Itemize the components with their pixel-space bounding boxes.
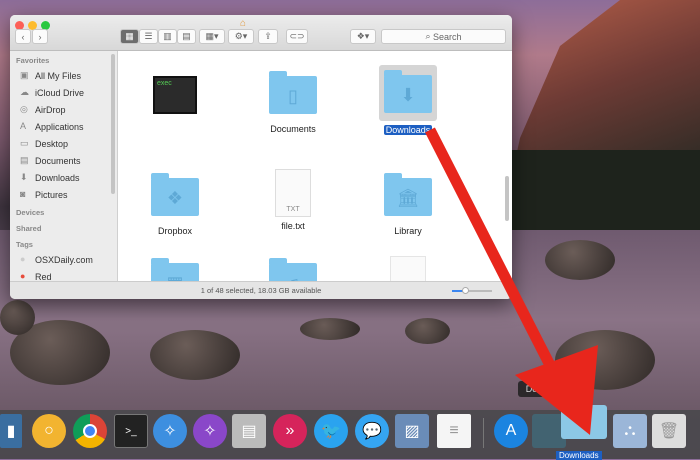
text-file-icon: TXT xyxy=(275,169,311,217)
safari-icon[interactable]: ✧ xyxy=(153,414,187,448)
cloud-icon: ☁ xyxy=(20,87,29,97)
sidebar-item-airdrop[interactable]: ◎ AirDrop xyxy=(10,101,117,118)
file-downloads[interactable]: ⬇ Downloads xyxy=(363,65,453,135)
devices-header: Devices xyxy=(16,208,45,217)
activity-monitor-icon[interactable]: ▮ xyxy=(0,414,22,448)
twitter-icon[interactable]: 🐦 xyxy=(314,414,348,448)
sidebar-item-downloads[interactable]: ⬇ Downloads xyxy=(10,169,117,186)
arrange-button[interactable]: ▦▾ xyxy=(199,29,225,44)
back-button[interactable]: ‹ xyxy=(15,29,31,44)
rock xyxy=(0,300,35,335)
shared-header: Shared xyxy=(16,224,42,233)
sidebar-item-desktop[interactable]: ▭ Desktop xyxy=(10,135,117,152)
dock-divider xyxy=(483,418,484,448)
all-files-icon: ▣ xyxy=(20,70,29,80)
terminal-exec-icon: exec xyxy=(153,76,197,114)
tags-header: Tags xyxy=(16,240,33,249)
storage-icon[interactable]: ⛬ xyxy=(613,414,647,448)
tag-dot-icon: ● xyxy=(20,254,26,264)
coverflow-view-button[interactable]: ▤ xyxy=(177,29,196,44)
status-bar: 1 of 48 selected, 18.03 GB available xyxy=(10,281,512,299)
column-view-button[interactable]: ▥ xyxy=(158,29,177,44)
sidebar-item-all-my-files[interactable]: ▣ All My Files xyxy=(10,67,117,84)
sidebar-scrollbar[interactable] xyxy=(111,54,115,194)
pictures-icon: ◙ xyxy=(20,189,26,199)
sidebar-item-pictures[interactable]: ◙ Pictures xyxy=(10,186,117,203)
applications-icon: A xyxy=(20,121,27,131)
share-button[interactable]: ⇪ xyxy=(258,29,278,44)
search-icon: ⌕ xyxy=(425,31,433,41)
sidebar-item-icloud-drive[interactable]: ☁ iCloud Drive xyxy=(10,84,117,101)
file-dropbox[interactable]: ❖ Dropbox xyxy=(130,173,220,236)
content-scrollbar[interactable] xyxy=(505,176,509,221)
airdrop-icon: ◎ xyxy=(20,104,28,114)
downloads-icon: ⬇ xyxy=(20,172,28,182)
folder-library-icon: 🏛 xyxy=(384,173,432,216)
file-library[interactable]: 🏛 Library xyxy=(363,173,453,236)
textedit-icon[interactable]: ≡ xyxy=(437,414,471,448)
folder-downloads-icon: ⬇ xyxy=(384,70,432,113)
file-exec[interactable]: exec xyxy=(130,76,220,114)
safari-preview-icon[interactable]: ✧ xyxy=(193,414,227,448)
rock xyxy=(405,318,450,344)
home-icon: ⌂ xyxy=(240,18,247,29)
image-capture-icon[interactable]: ▤ xyxy=(232,414,266,448)
app-store-icon[interactable]: A xyxy=(494,414,528,448)
favorites-header: Favorites xyxy=(16,56,50,65)
documents-icon: ▤ xyxy=(20,155,29,165)
sidebar: Favorites ▣ All My Files ☁ iCloud Drive ◎ A… xyxy=(10,51,118,282)
file-grid: exec ▯ Documents ⬇ Downloads ❖ Dropbox TXT f… xyxy=(118,51,512,299)
file-documents[interactable]: ▯ Documents xyxy=(248,71,338,134)
file-txt[interactable]: TXT file.txt xyxy=(248,169,338,231)
toolbar: ⌂ ‹ › ▦ ☰ ▥ ▤ ▦▾ ⚙▾ ⇪ ⊂⊃ ❖▾ ⌕ Search xyxy=(10,15,512,51)
trash-icon[interactable]: 🗑 xyxy=(652,414,686,448)
preview-icon[interactable]: ▨ xyxy=(395,414,429,448)
forest xyxy=(510,150,700,230)
sidebar-item-documents[interactable]: ▤ Documents xyxy=(10,152,117,169)
search-field[interactable]: ⌕ Search xyxy=(381,29,506,44)
tag-dot-icon: ● xyxy=(20,271,26,281)
dropbox-button[interactable]: ❖▾ xyxy=(350,29,376,44)
icon-size-slider[interactable] xyxy=(452,287,492,294)
dock-tooltip: Downloads xyxy=(518,381,578,397)
finder-window: ⌂ ‹ › ▦ ☰ ▥ ▤ ▦▾ ⚙▾ ⇪ ⊂⊃ ❖▾ ⌕ Search Fav… xyxy=(10,15,512,299)
rock xyxy=(545,240,615,280)
rock xyxy=(150,330,240,380)
skitch-icon[interactable]: » xyxy=(273,414,307,448)
folder-dropbox-icon: ❖ xyxy=(151,173,199,216)
chrome-icon[interactable] xyxy=(73,414,107,448)
dock: ▮ ○ >_ ✧ ✧ ▤ » 🐦 💬 ▨ ≡ A ⬇ Downloads ⛬ 🗑 xyxy=(0,405,700,460)
sidebar-item-applications[interactable]: A Applications xyxy=(10,118,117,135)
desktop-icon: ▭ xyxy=(20,138,29,148)
gear-action-button[interactable]: ⚙▾ xyxy=(228,29,254,44)
icon-view-button[interactable]: ▦ xyxy=(120,29,139,44)
dragged-downloads-folder-icon[interactable]: ⬇ xyxy=(561,405,607,439)
folder-documents-icon: ▯ xyxy=(269,71,317,114)
sidebar-tag-osxdaily[interactable]: ● OSXDaily.com xyxy=(10,251,117,268)
rock xyxy=(300,318,360,340)
forward-button[interactable]: › xyxy=(32,29,48,44)
list-view-button[interactable]: ☰ xyxy=(139,29,158,44)
chrome-canary-icon[interactable]: ○ xyxy=(32,414,66,448)
messages-icon[interactable]: 💬 xyxy=(355,414,389,448)
terminal-icon[interactable]: >_ xyxy=(114,414,148,448)
tag-button[interactable]: ⊂⊃ xyxy=(286,29,308,44)
